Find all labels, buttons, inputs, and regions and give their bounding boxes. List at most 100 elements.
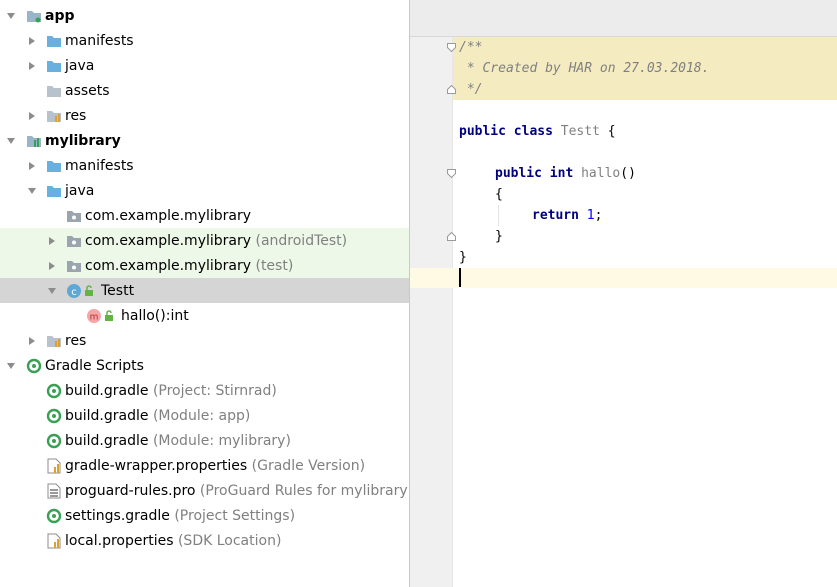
tree-item-proguard-rules[interactable]: proguard-rules.pro (ProGuard Rules for m… <box>0 478 409 503</box>
tree-item-java[interactable]: java <box>0 53 409 78</box>
svg-text:m: m <box>90 312 99 322</box>
code-line-11: } <box>459 250 467 265</box>
module-folder-icon <box>26 8 42 24</box>
chevron-down-icon[interactable] <box>6 11 16 21</box>
chevron-down-icon[interactable] <box>27 186 37 196</box>
tree-item-label: com.example.mylibrary (test) <box>85 257 294 274</box>
folder-icon <box>46 58 62 74</box>
tree-item-hint: (SDK Location) <box>177 532 282 549</box>
folder-icon <box>46 183 62 199</box>
package-icon <box>66 258 82 274</box>
tree-item-res[interactable]: res <box>0 103 409 128</box>
gradle-icon <box>46 383 62 399</box>
chevron-right-icon[interactable] <box>47 236 57 246</box>
code-line-7: public int hallo() <box>495 166 636 181</box>
code-editor[interactable]: /** * Created by HAR on 27.03.2018. */ p… <box>410 0 837 587</box>
tree-item-res[interactable]: res <box>0 328 409 353</box>
tree-item-local-properties[interactable]: local.properties (SDK Location) <box>0 528 409 553</box>
current-line-highlight <box>410 268 837 288</box>
resources-folder-icon <box>46 108 62 124</box>
tree-item-manifests[interactable]: manifests <box>0 28 409 53</box>
chevron-right-icon[interactable] <box>47 261 57 271</box>
method-icon: m <box>86 308 102 324</box>
fold-end-icon[interactable] <box>447 232 456 241</box>
tree-item-label: res <box>65 107 87 124</box>
code-line-9: return 1; <box>532 208 603 223</box>
tree-item-label: java <box>65 57 95 74</box>
tree-item-hint: (androidTest) <box>255 232 348 249</box>
chevron-right-icon[interactable] <box>27 336 37 346</box>
folder-icon <box>46 33 62 49</box>
tree-item-label: manifests <box>65 32 134 49</box>
chevron-right-icon[interactable] <box>27 111 37 121</box>
tree-item-label: app <box>45 7 75 24</box>
tree-item-hint: (Module: app) <box>152 407 251 424</box>
chevron-down-icon[interactable] <box>47 286 57 296</box>
tree-item-hint: (ProGuard Rules for mylibrary) <box>199 482 410 499</box>
tree-item-label: mylibrary <box>45 132 121 149</box>
chevron-right-icon[interactable] <box>27 36 37 46</box>
chevron-right-icon[interactable] <box>27 161 37 171</box>
chevron-down-icon[interactable] <box>6 136 16 146</box>
code-line-10: } <box>495 229 503 244</box>
gradle-icon <box>46 408 62 424</box>
library-module-icon <box>26 133 42 149</box>
tree-item-class-testt[interactable]: c Testt <box>0 278 409 303</box>
tree-item-package[interactable]: com.example.mylibrary <box>0 203 409 228</box>
tree-item-mylibrary[interactable]: mylibrary <box>0 128 409 153</box>
text-file-icon <box>46 483 62 499</box>
tree-item-label: manifests <box>65 157 134 174</box>
text-caret <box>459 268 461 287</box>
tree-item-package-android-test[interactable]: com.example.mylibrary (androidTest) <box>0 228 409 253</box>
indent-guide <box>498 205 499 226</box>
tree-item-label: Gradle Scripts <box>45 357 144 374</box>
tree-item-assets[interactable]: assets <box>0 78 409 103</box>
fold-end-icon[interactable] <box>447 85 456 94</box>
code-line-5: public class Testt { <box>459 124 616 139</box>
tree-item-gradle-wrapper-properties[interactable]: gradle-wrapper.properties (Gradle Versio… <box>0 453 409 478</box>
tree-item-label: hallo():int <box>121 307 189 324</box>
tree-item-java[interactable]: java <box>0 178 409 203</box>
fold-collapse-icon[interactable] <box>447 43 456 52</box>
properties-file-icon <box>46 533 62 549</box>
project-tree-panel: app manifests java assets res mylibrary … <box>0 0 410 587</box>
tree-item-hint: (Module: mylibrary) <box>152 432 291 449</box>
folder-icon <box>46 83 62 99</box>
chevron-right-icon[interactable] <box>27 61 37 71</box>
tree-item-hint: (Project: Stirnrad) <box>152 382 277 399</box>
properties-file-icon <box>46 458 62 474</box>
code-line-1: /** <box>459 40 483 55</box>
tree-item-build-gradle-mylibrary[interactable]: build.gradle (Module: mylibrary) <box>0 428 409 453</box>
tree-item-label: settings.gradle (Project Settings) <box>65 507 296 524</box>
package-icon <box>66 208 82 224</box>
folder-icon <box>46 158 62 174</box>
tree-item-label: java <box>65 182 95 199</box>
tree-item-build-gradle-app[interactable]: build.gradle (Module: app) <box>0 403 409 428</box>
tree-item-label: local.properties (SDK Location) <box>65 532 282 549</box>
chevron-down-icon[interactable] <box>6 361 16 371</box>
tree-item-method-hallo[interactable]: m hallo():int <box>0 303 409 328</box>
class-icon: c <box>66 283 82 299</box>
tree-item-manifests[interactable]: manifests <box>0 153 409 178</box>
code-line-3: */ <box>459 82 483 97</box>
tree-item-hint: (test) <box>255 257 294 274</box>
tree-item-hint: (Project Settings) <box>174 507 296 524</box>
tree-item-label: com.example.mylibrary <box>85 207 252 224</box>
tree-item-label: build.gradle (Module: app) <box>65 407 251 424</box>
tree-item-gradle-scripts[interactable]: Gradle Scripts <box>0 353 409 378</box>
editor-tab-bar[interactable] <box>410 0 837 37</box>
editor-gutter[interactable] <box>410 37 452 587</box>
tree-item-label: proguard-rules.pro (ProGuard Rules for m… <box>65 482 410 499</box>
tree-item-build-gradle-project[interactable]: build.gradle (Project: Stirnrad) <box>0 378 409 403</box>
gradle-icon <box>46 508 62 524</box>
package-icon <box>66 233 82 249</box>
tree-item-settings-gradle[interactable]: settings.gradle (Project Settings) <box>0 503 409 528</box>
tree-item-app[interactable]: app <box>0 3 409 28</box>
tree-item-hint: (Gradle Version) <box>251 457 366 474</box>
tree-item-package-test[interactable]: com.example.mylibrary (test) <box>0 253 409 278</box>
tree-item-label: res <box>65 332 87 349</box>
unlock-icon <box>83 283 95 299</box>
unlock-icon <box>103 308 115 324</box>
tree-item-label: build.gradle (Module: mylibrary) <box>65 432 291 449</box>
fold-collapse-icon[interactable] <box>447 169 456 178</box>
